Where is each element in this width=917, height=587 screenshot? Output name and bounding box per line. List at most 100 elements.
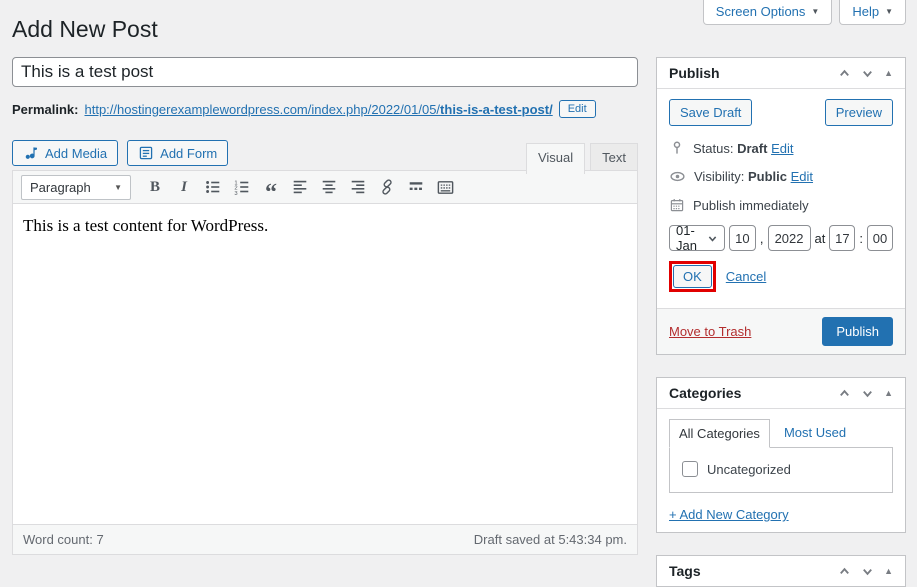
category-tabs: All Categories Most Used: [669, 419, 893, 448]
tags-panel: Tags ▲: [656, 555, 906, 587]
blockquote-button[interactable]: “: [258, 175, 284, 199]
tab-text[interactable]: Text: [590, 143, 638, 173]
categories-panel-body: All Categories Most Used Uncategorized +…: [657, 409, 905, 532]
schedule-label: Publish immediately: [693, 198, 809, 213]
add-media-label: Add Media: [45, 146, 107, 161]
permalink-url[interactable]: http://hostingerexamplewordpress.com/ind…: [84, 102, 552, 117]
toolbar-toggle-button[interactable]: [432, 175, 458, 199]
collapse-toggle-icon[interactable]: ▲: [884, 388, 893, 398]
editor-statusbar: Word count: 7 Draft saved at 5:43:34 pm.: [13, 524, 637, 554]
schedule-date-row: 01-Jan , at :: [669, 225, 893, 251]
svg-text:3: 3: [234, 191, 237, 196]
status-row: Status: Draft Edit: [669, 140, 893, 156]
categories-panel-header[interactable]: Categories ▲: [657, 378, 905, 409]
page-title: Add New Post: [12, 15, 638, 44]
month-select-value: 01-Jan: [676, 223, 699, 253]
permalink-label: Permalink:: [12, 102, 78, 117]
align-right-button[interactable]: [345, 175, 371, 199]
paragraph-select-value: Paragraph: [30, 180, 91, 195]
word-count: Word count: 7: [23, 532, 104, 547]
link-button[interactable]: [374, 175, 400, 199]
categories-panel-title: Categories: [669, 385, 741, 401]
screen-options-button[interactable]: Screen Options ▼: [703, 0, 833, 25]
main-column: Add New Post Permalink: http://hostinger…: [12, 15, 638, 555]
chevron-down-icon: ▼: [114, 183, 122, 192]
move-up-icon[interactable]: [838, 565, 851, 578]
word-count-value: 7: [96, 532, 103, 547]
permalink: Permalink: http://hostingerexamplewordpr…: [12, 100, 638, 118]
publish-panel: Publish ▲ Save Draft Preview Status:: [656, 57, 906, 355]
category-checklist: Uncategorized: [669, 447, 893, 493]
save-draft-button[interactable]: Save Draft: [669, 99, 752, 126]
editor-content-area[interactable]: This is a test content for WordPress.: [13, 204, 637, 524]
visibility-row: Visibility: Public Edit: [669, 168, 893, 185]
align-center-button[interactable]: [316, 175, 342, 199]
tags-panel-title: Tags: [669, 563, 701, 579]
move-up-icon[interactable]: [838, 67, 851, 80]
tab-visual[interactable]: Visual: [526, 143, 585, 174]
tags-panel-header[interactable]: Tags ▲: [657, 556, 905, 586]
move-to-trash-link[interactable]: Move to Trash: [669, 324, 751, 339]
visibility-value: Public: [748, 169, 787, 184]
chevron-down-icon: ▼: [885, 7, 893, 16]
bulleted-list-button[interactable]: [200, 175, 226, 199]
move-down-icon[interactable]: [861, 67, 874, 80]
help-label: Help: [852, 4, 879, 19]
collapse-toggle-icon[interactable]: ▲: [884, 566, 893, 576]
permalink-edit-button[interactable]: Edit: [559, 100, 596, 118]
publish-button[interactable]: Publish: [822, 317, 893, 346]
annotation-highlight-box: OK: [669, 261, 716, 292]
bold-button[interactable]: B: [142, 175, 168, 199]
help-button[interactable]: Help ▼: [839, 0, 906, 25]
form-icon: [138, 145, 154, 161]
italic-button[interactable]: I: [171, 175, 197, 199]
ok-button[interactable]: OK: [673, 265, 712, 288]
align-left-button[interactable]: [287, 175, 313, 199]
add-form-button[interactable]: Add Form: [127, 140, 228, 166]
visibility-edit-link[interactable]: Edit: [791, 169, 813, 184]
chevron-down-icon: [707, 233, 718, 244]
chevron-down-icon: ▼: [811, 7, 819, 16]
calendar-icon: [669, 197, 685, 213]
post-body-text: This is a test content for WordPress.: [23, 216, 627, 236]
day-input[interactable]: [729, 225, 756, 251]
status-edit-link[interactable]: Edit: [771, 141, 793, 156]
draft-saved-status: Draft saved at 5:43:34 pm.: [474, 532, 627, 547]
publish-panel-header[interactable]: Publish ▲: [657, 58, 905, 89]
move-down-icon[interactable]: [861, 565, 874, 578]
post-title-input[interactable]: [12, 57, 638, 87]
ok-cancel-row: OK Cancel: [669, 261, 893, 292]
editor: Paragraph ▼ B I 123 “: [12, 170, 638, 555]
more-tag-button[interactable]: [403, 175, 429, 199]
move-down-icon[interactable]: [861, 387, 874, 400]
hour-input[interactable]: [829, 225, 855, 251]
year-input[interactable]: [768, 225, 811, 251]
cancel-link[interactable]: Cancel: [726, 269, 766, 284]
month-select[interactable]: 01-Jan: [669, 225, 725, 251]
status-value: Draft: [737, 141, 767, 156]
publish-panel-title: Publish: [669, 65, 720, 81]
numbered-list-button[interactable]: 123: [229, 175, 255, 199]
tab-most-used[interactable]: Most Used: [784, 425, 846, 448]
media-icon: [23, 145, 39, 161]
eye-icon: [669, 168, 686, 185]
category-label: Uncategorized: [707, 462, 791, 477]
screen-options-label: Screen Options: [716, 4, 806, 19]
schedule-row: Publish immediately: [669, 197, 893, 213]
add-new-category-link[interactable]: + Add New Category: [669, 507, 789, 522]
uncategorized-checkbox[interactable]: [682, 461, 698, 477]
editor-mode-tabs: Visual Text: [526, 143, 638, 173]
collapse-toggle-icon[interactable]: ▲: [884, 68, 893, 78]
media-row: Add Media Add Form Visual Text: [12, 140, 638, 170]
add-form-label: Add Form: [160, 146, 217, 161]
add-media-button[interactable]: Add Media: [12, 140, 118, 166]
sidebar: Publish ▲ Save Draft Preview Status:: [656, 57, 906, 587]
tab-all-categories[interactable]: All Categories: [669, 419, 770, 448]
preview-button[interactable]: Preview: [825, 99, 893, 126]
paragraph-format-select[interactable]: Paragraph ▼: [21, 175, 131, 200]
minute-input[interactable]: [867, 225, 893, 251]
move-up-icon[interactable]: [838, 387, 851, 400]
screen-meta-links: Screen Options ▼ Help ▼: [703, 0, 906, 25]
publish-panel-body: Save Draft Preview Status: Draft Edit: [657, 89, 905, 308]
list-item: Uncategorized: [682, 461, 880, 477]
